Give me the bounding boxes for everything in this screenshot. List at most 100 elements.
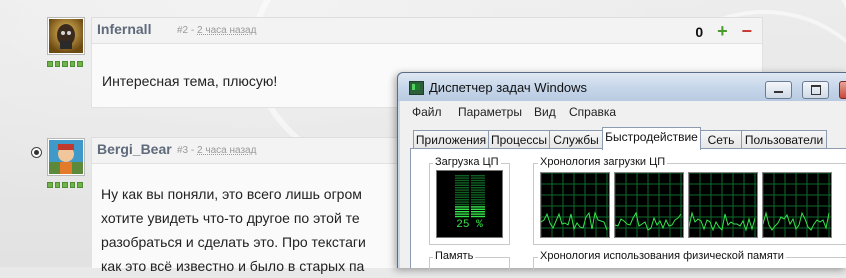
cpu-history-graph-core-3 [688, 172, 758, 238]
cpu-meter-segment [471, 206, 485, 208]
post-text-line: разобраться и сделать это. Про текстаги [101, 234, 366, 250]
cpu-meter-segment [471, 191, 485, 194]
graph-canvas [541, 173, 609, 237]
cpu-meter-segment [455, 206, 469, 208]
cpu-meter-bars [455, 175, 485, 218]
window-title: Диспетчер задач Windows [429, 80, 588, 95]
post-number: #2 [177, 25, 189, 36]
cpu-meter-segment [471, 208, 485, 210]
cpu-history-graph-core-4 [762, 172, 832, 238]
tab-performance[interactable]: Быстродействие [602, 127, 701, 150]
cpu-meter-segment [455, 199, 469, 201]
cpu-meter-segment [471, 211, 485, 213]
post-number: #3 [177, 145, 189, 156]
cpu-meter-segment [471, 177, 485, 179]
memory-label: Память [433, 250, 476, 262]
tab-processes[interactable]: Процессы [488, 130, 550, 150]
cpu-meter-segment [471, 203, 485, 206]
cpu-meter-segment [455, 208, 469, 210]
post-text: Ну как вы поняли, это всего лишь огром х… [101, 182, 366, 278]
tab-users[interactable]: Пользователи [741, 130, 827, 150]
cpu-usage-meter: 25 % [436, 170, 503, 238]
avatar[interactable] [47, 17, 85, 55]
cpu-meter-segment [471, 199, 485, 201]
menu-options[interactable]: Параметры [458, 105, 522, 119]
cpu-meter-segment [455, 189, 469, 191]
cpu-meter-segment [471, 179, 485, 182]
cpu-meter-segment [455, 215, 469, 218]
memory-history-label: Хронология использования физической памя… [538, 250, 786, 262]
post-avatar-column [47, 138, 85, 188]
cpu-meter-segment [471, 182, 485, 184]
close-button[interactable] [839, 81, 846, 99]
cpu-meter-segment [455, 203, 469, 206]
cpu-history-graph-core-1 [540, 172, 610, 238]
post-author[interactable]: Bergi_Bear [97, 141, 172, 157]
post-header: Infernall #2 - 2 часа назад 0 + − [91, 17, 763, 44]
rank-indicator [47, 182, 83, 188]
title-bar[interactable]: Диспетчер задач Windows [398, 73, 846, 101]
graph-canvas [763, 173, 831, 237]
post-meta: #2 - 2 часа назад [177, 25, 256, 36]
cpu-usage-value: 25 % [456, 219, 483, 231]
cpu-meter-segment [455, 201, 469, 203]
menu-file[interactable]: Файл [412, 105, 442, 119]
meta-separator: - [190, 145, 195, 156]
cpu-meter-segment [471, 184, 485, 186]
post-time[interactable]: 2 часа назад [197, 25, 256, 36]
post-meta: #3 - 2 часа назад [177, 145, 256, 156]
task-manager-icon [409, 81, 424, 95]
minimize-button[interactable] [765, 81, 792, 99]
post-text: Интересная тема, плюсую! [102, 73, 278, 89]
post-header: Bergi_Bear #3 - 2 часа назад [91, 137, 413, 164]
vote-score: 0 [695, 24, 704, 40]
cpu-meter-segment [471, 189, 485, 191]
post-time[interactable]: 2 часа назад [197, 145, 256, 156]
cpu-history-graph-core-2 [614, 172, 684, 238]
minus-icon[interactable]: − [741, 21, 752, 41]
maximize-button[interactable] [802, 81, 829, 99]
cpu-meter-segment [455, 187, 469, 189]
cpu-meter-segment [455, 191, 469, 194]
avatar[interactable] [47, 138, 85, 176]
post-avatar-column [47, 17, 85, 67]
cpu-meter-segment [455, 177, 469, 179]
cpu-usage-label: Загрузка ЦП [433, 156, 501, 168]
graph-canvas [689, 173, 757, 237]
post-text-line: как это всё известно и было в старых па [101, 258, 365, 274]
cpu-meter-segment [455, 211, 469, 213]
cpu-meter-segment [471, 187, 485, 189]
graph-canvas [615, 173, 683, 237]
cpu-meter-segment [471, 175, 485, 177]
avatar-image [49, 19, 83, 53]
post-body: Ну как вы поняли, это всего лишь огром х… [91, 163, 413, 274]
post-author[interactable]: Infernall [97, 21, 151, 37]
cpu-meter-segment [455, 179, 469, 182]
cpu-meter-segment [455, 184, 469, 186]
tab-networking[interactable]: Сеть [700, 130, 742, 150]
cpu-meter-segment [471, 194, 485, 196]
cpu-meter-segment [455, 196, 469, 198]
menu-bar: Файл Параметры Вид Справка [400, 101, 846, 123]
cpu-meter-segment [455, 213, 469, 215]
cpu-meter-segment [455, 182, 469, 184]
cpu-meter-segment [455, 194, 469, 196]
tab-services[interactable]: Службы [549, 130, 603, 150]
menu-help[interactable]: Справка [569, 105, 616, 119]
cpu-meter-segment [471, 213, 485, 215]
cpu-meter-segment [471, 215, 485, 218]
menu-view[interactable]: Вид [534, 105, 556, 119]
post-text-line: Ну как вы поняли, это всего лишь огром [101, 186, 362, 202]
avatar-image [49, 140, 83, 174]
cpu-meter-segment [455, 175, 469, 177]
tab-applications[interactable]: Приложения [413, 130, 489, 150]
post-text-line: хотите увидеть что-то другое по этой те [101, 210, 360, 226]
cpu-history-label: Хронология загрузки ЦП [538, 156, 668, 168]
cpu-meter-segment [471, 196, 485, 198]
cpu-meter-segment [471, 201, 485, 203]
vote-controls: 0 + − [695, 21, 752, 42]
meta-separator: - [190, 25, 195, 36]
plus-icon[interactable]: + [717, 21, 728, 41]
rank-indicator [47, 61, 83, 67]
report-icon[interactable] [31, 147, 42, 158]
